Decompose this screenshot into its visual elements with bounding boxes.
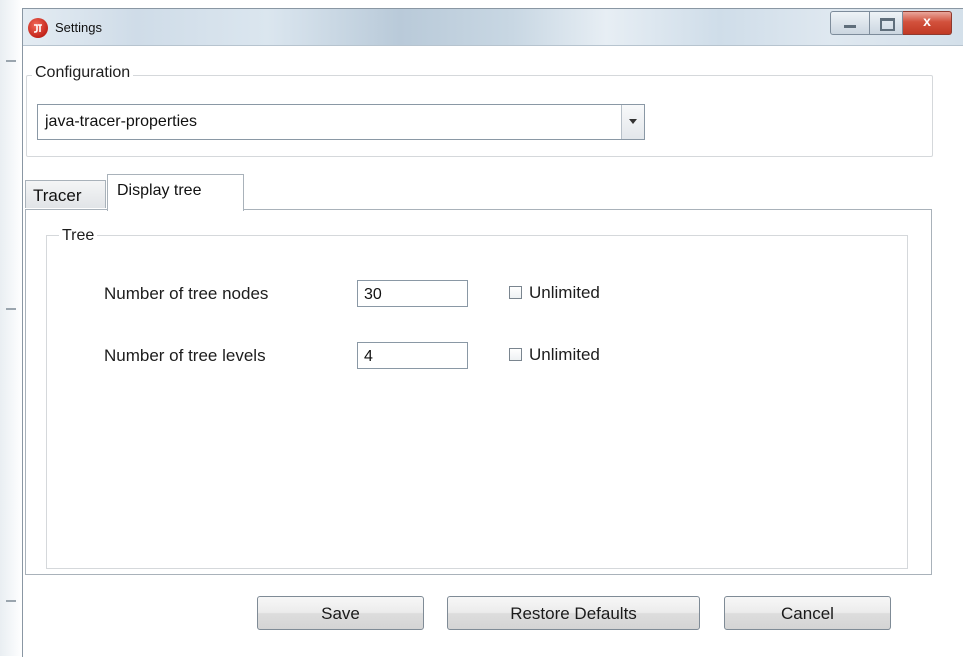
configuration-legend: Configuration [32, 64, 134, 82]
restore-defaults-button[interactable]: Restore Defaults [447, 596, 700, 630]
tree-levels-unlimited-checkbox[interactable] [509, 348, 522, 361]
close-icon: x [923, 13, 931, 29]
window-title: Settings [55, 20, 102, 35]
maximize-button[interactable] [870, 11, 903, 35]
configuration-select[interactable]: java-tracer-properties [37, 104, 645, 140]
title-bar[interactable]: Settings x [23, 9, 963, 46]
minimize-button[interactable] [830, 11, 870, 35]
edge-mark [6, 308, 16, 310]
tree-nodes-unlimited-checkbox[interactable] [509, 286, 522, 299]
tree-levels-label: Number of tree levels [104, 346, 266, 365]
app-logo-icon [28, 18, 48, 38]
edge-mark [6, 60, 16, 62]
chevron-down-icon[interactable] [621, 105, 644, 139]
save-button[interactable]: Save [257, 596, 424, 630]
cancel-button[interactable]: Cancel [724, 596, 891, 630]
tree-levels-input[interactable]: 4 [357, 342, 468, 369]
close-button[interactable]: x [903, 11, 952, 35]
tree-nodes-label: Number of tree nodes [104, 284, 269, 303]
tab-tracer[interactable]: Tracer [25, 180, 106, 208]
tab-display-tree[interactable]: Display tree [107, 174, 244, 211]
window-controls: x [830, 11, 952, 35]
tree-legend: Tree [59, 227, 98, 245]
tree-nodes-input[interactable]: 30 [357, 280, 468, 307]
configuration-selected-value: java-tracer-properties [45, 113, 198, 130]
background-window-edge [0, 0, 22, 656]
tree-levels-unlimited-label[interactable]: Unlimited [529, 345, 600, 365]
edge-mark [6, 600, 16, 602]
tree-nodes-unlimited-label[interactable]: Unlimited [529, 283, 600, 303]
